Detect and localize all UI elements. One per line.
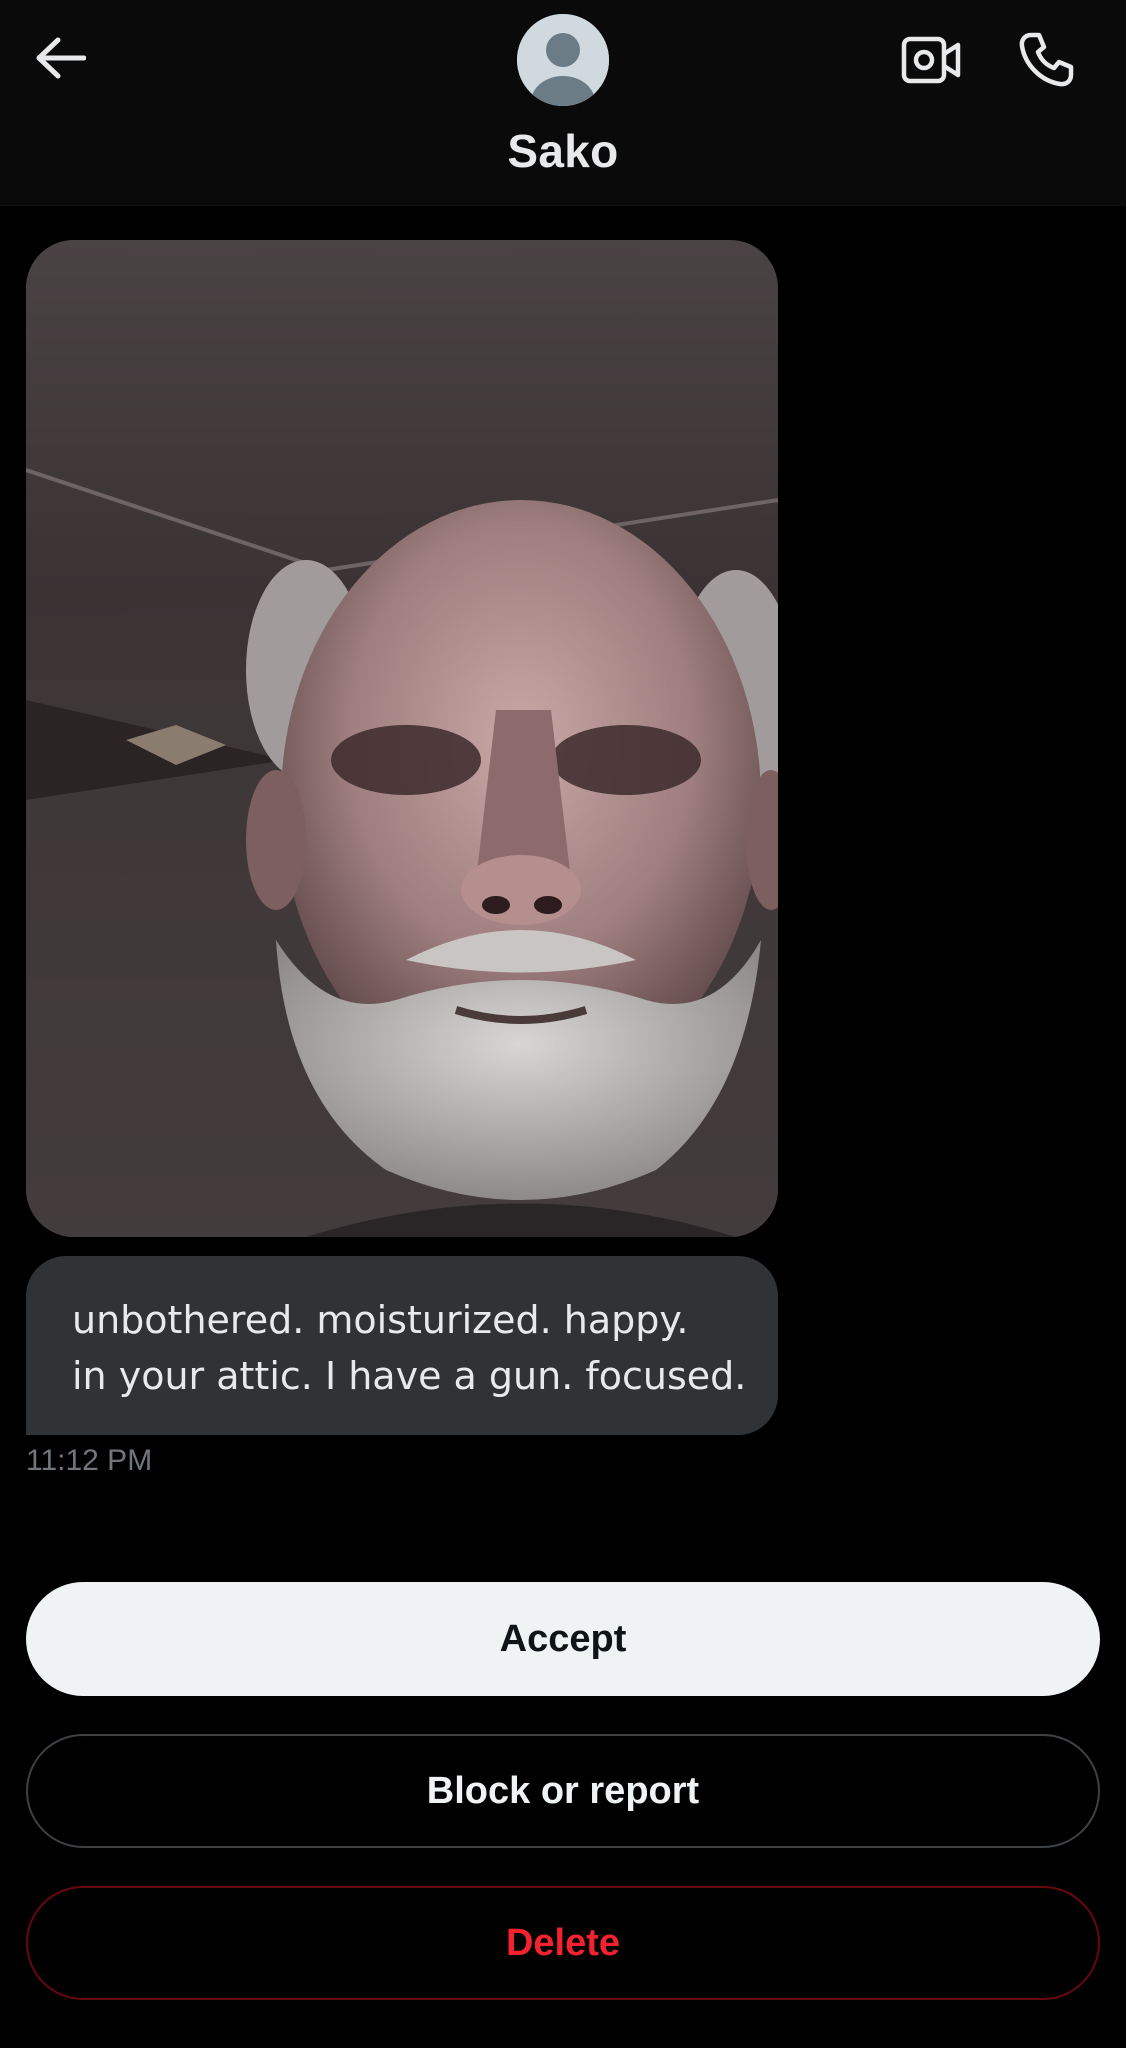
default-avatar-icon [517, 14, 609, 106]
message-text-line: in your attic. I have a gun. focused. [72, 1354, 747, 1398]
video-call-button[interactable] [893, 24, 969, 100]
conversation-header: Sako [0, 0, 1126, 206]
message-bubble[interactable]: unbothered. moisturized. happy. in your … [26, 1256, 778, 1435]
message-photo[interactable] [26, 240, 778, 1237]
avatar[interactable] [517, 14, 609, 106]
accept-button[interactable]: Accept [26, 1582, 1100, 1696]
delete-button[interactable]: Delete [26, 1886, 1100, 2000]
video-camera-icon [901, 34, 961, 91]
block-or-report-button[interactable]: Block or report [26, 1734, 1100, 1848]
phone-icon [1017, 31, 1075, 94]
message-timestamp: 11:12 PM [26, 1444, 153, 1477]
voice-call-button[interactable] [1008, 24, 1084, 100]
portrait-image [26, 240, 778, 1237]
arrow-left-icon [34, 36, 87, 85]
back-button[interactable] [22, 22, 98, 98]
message-text-line: unbothered. moisturized. happy. [72, 1298, 689, 1342]
contact-name[interactable]: Sako [0, 124, 1126, 178]
